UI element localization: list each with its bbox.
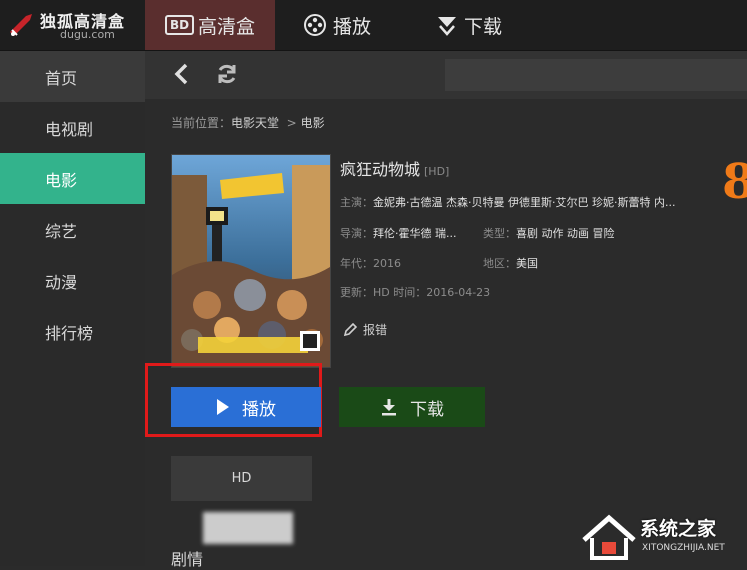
watermark-subtitle: XITONGZHIJIA.NET: [642, 543, 725, 553]
play-button-label: 播放: [242, 399, 276, 419]
tab-play-label: 播放: [333, 15, 372, 38]
film-reel-icon: [304, 14, 326, 36]
quality-option-hd[interactable]: HD: [171, 456, 312, 501]
house-logo-icon: [582, 514, 636, 560]
chevron-left-icon: [174, 63, 188, 85]
year-row: 年代：2016: [340, 255, 401, 271]
sidebar: 首页 电视剧 电影 综艺 动漫 排行榜: [0, 51, 145, 566]
report-label: 报错: [363, 323, 388, 337]
sidebar-item-movie[interactable]: 电影: [0, 153, 145, 204]
download-arrow-icon: [438, 17, 456, 36]
report-error-link[interactable]: 报错: [343, 321, 387, 338]
blurred-region: [203, 512, 293, 544]
play-icon: [217, 399, 229, 415]
breadcrumb-prefix: 当前位置：: [171, 116, 232, 130]
refresh-icon: [218, 64, 236, 84]
movie-title: 疯狂动物城 [HD]: [340, 156, 449, 180]
breadcrumb-separator: >: [286, 116, 297, 130]
cast-row: 主演：金妮弗·古德温 杰森·贝特曼 伊德里斯·艾尔巴 珍妮·斯蕾特 内...: [340, 194, 675, 210]
region-row: 地区：美国: [483, 255, 538, 271]
sidebar-item-home[interactable]: 首页: [0, 51, 145, 102]
site-watermark: 系统之家 XITONGZHIJIA.NET: [578, 510, 747, 566]
breadcrumb-current: 电影: [300, 116, 325, 130]
region-label: 地区：: [483, 257, 516, 270]
movie-poster[interactable]: [171, 154, 331, 368]
app-logo[interactable]: 独孤高清盒 dugu.com: [0, 0, 145, 50]
sidebar-item-label: 电影: [45, 170, 78, 190]
genre-label: 类型：: [483, 227, 516, 240]
director-label: 导演：: [340, 227, 373, 240]
sidebar-item-tv[interactable]: 电视剧: [0, 102, 145, 153]
breadcrumb: 当前位置：电影天堂 > 电影: [171, 114, 325, 131]
tab-download[interactable]: 下载: [436, 0, 526, 50]
director-row: 导演：拜伦·霍华德 瑞...: [340, 225, 456, 241]
back-button[interactable]: [169, 61, 195, 87]
section-title-episodes: 剧情: [171, 550, 204, 569]
main-content: 当前位置：电影天堂 > 电影 疯狂动物城 [HD] 主演：金妮弗·古德温 杰森·…: [145, 51, 747, 569]
app-domain: dugu.com: [60, 28, 115, 41]
cast-label: 主演：: [340, 196, 373, 209]
year-value: 2016: [373, 257, 401, 270]
region-value: 美国: [516, 257, 538, 270]
genre-value[interactable]: 喜剧 动作 动画 冒险: [516, 227, 615, 240]
search-input[interactable]: [445, 59, 747, 91]
toolbar: [145, 51, 747, 99]
update-row: 更新：HD 时间：2016-04-23: [340, 284, 490, 300]
sidebar-item-variety[interactable]: 综艺: [0, 204, 145, 255]
sidebar-item-label: 排行榜: [45, 323, 94, 343]
tab-bd-box[interactable]: BD 高清盒: [145, 0, 275, 50]
quality-tag: [HD]: [424, 165, 450, 178]
sidebar-item-label: 动漫: [45, 272, 78, 292]
tab-download-label: 下载: [464, 15, 503, 38]
watermark-title: 系统之家: [640, 518, 717, 540]
sidebar-item-label: 综艺: [45, 221, 78, 241]
sidebar-item-label: 首页: [45, 68, 78, 88]
download-icon: [382, 399, 396, 416]
top-bar: 独孤高清盒 dugu.com BD 高清盒 播放 下载: [0, 0, 747, 51]
sword-logo-icon: [10, 14, 32, 36]
year-label: 年代：: [340, 257, 373, 270]
poster-artwork: [172, 155, 330, 367]
update-value: HD 时间：2016-04-23: [373, 286, 491, 299]
rating-score: 8: [722, 154, 747, 210]
sidebar-item-ranking[interactable]: 排行榜: [0, 306, 145, 357]
pencil-icon: [343, 322, 357, 336]
breadcrumb-link-movie-heaven[interactable]: 电影天堂: [231, 116, 279, 130]
director-value[interactable]: 拜伦·霍华德 瑞...: [373, 227, 456, 240]
sidebar-item-anime[interactable]: 动漫: [0, 255, 145, 306]
update-label: 更新：: [340, 286, 373, 299]
download-button-label: 下载: [410, 399, 444, 420]
bd-badge-icon: BD: [164, 15, 195, 35]
cast-value[interactable]: 金妮弗·古德温 杰森·贝特曼 伊德里斯·艾尔巴 珍妮·斯蕾特 内...: [373, 196, 675, 209]
tab-bd-box-label: 高清盒: [198, 15, 256, 38]
play-button[interactable]: 播放: [171, 387, 321, 427]
movie-title-text: 疯狂动物城: [340, 160, 421, 179]
tab-play[interactable]: 播放: [303, 0, 393, 50]
download-button[interactable]: 下载: [339, 387, 485, 427]
refresh-button[interactable]: [214, 61, 240, 87]
sidebar-item-label: 电视剧: [45, 119, 94, 139]
genre-row: 类型：喜剧 动作 动画 冒险: [483, 225, 615, 241]
